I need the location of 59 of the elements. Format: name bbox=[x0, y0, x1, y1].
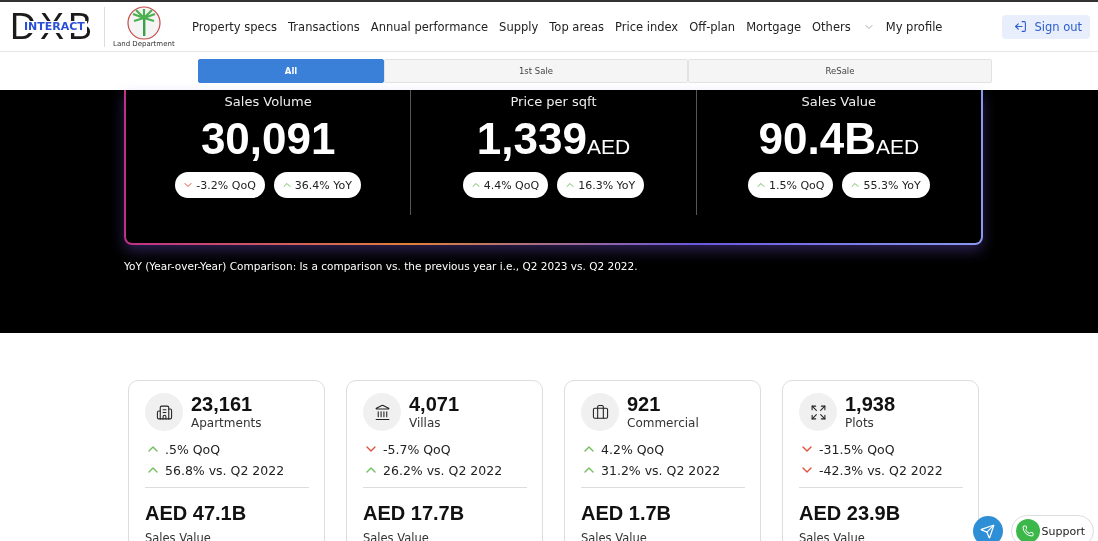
sign-out-button[interactable]: Sign out bbox=[1002, 14, 1090, 39]
sales-value: AED 1.7B bbox=[581, 502, 673, 525]
stat-label: Price per sqft bbox=[510, 94, 597, 109]
stat-unit: AED bbox=[586, 135, 631, 158]
expand-icon bbox=[809, 403, 827, 421]
change-pill: 4.4% QoQ bbox=[462, 172, 549, 199]
tab[interactable]: ReSale bbox=[688, 59, 992, 83]
category-label: Commercial bbox=[627, 416, 699, 430]
change-text: -42.3% vs. Q2 2022 bbox=[799, 462, 963, 478]
nav-link[interactable]: Price index bbox=[615, 19, 679, 34]
category-label: Plots bbox=[845, 416, 875, 430]
phone-icon bbox=[1015, 519, 1040, 541]
nav-link[interactable]: Property specs bbox=[192, 19, 277, 34]
nav-link[interactable]: Annual performance bbox=[370, 19, 489, 34]
change-pill: 16.3% YoY bbox=[557, 172, 645, 199]
category-count: 4,071 bbox=[409, 393, 460, 416]
nav-link[interactable]: Supply bbox=[499, 19, 539, 34]
stat-unit: AED bbox=[875, 135, 920, 159]
change-text: 4.2% QoQ bbox=[581, 441, 745, 457]
nav-link[interactable]: My profile bbox=[885, 19, 943, 34]
change-text: 56.8% vs. Q2 2022 bbox=[145, 462, 309, 478]
stat-value: 1,339 bbox=[476, 115, 587, 164]
telegram-button[interactable] bbox=[972, 516, 1003, 541]
stat-value: 30,091 bbox=[200, 115, 336, 164]
category-label: Apartments bbox=[191, 416, 262, 430]
category-count: 921 bbox=[627, 393, 662, 416]
change-text: -5.7% QoQ bbox=[363, 441, 527, 457]
nav-link[interactable]: Transactions bbox=[288, 19, 360, 34]
building-icon bbox=[155, 403, 173, 421]
support-button[interactable]: Support bbox=[1010, 515, 1094, 541]
tab[interactable]: 1st Sale bbox=[384, 59, 688, 83]
sales-value: AED 23.9B bbox=[799, 502, 902, 525]
change-pill: 55.3% YoY bbox=[842, 172, 930, 199]
nav-link[interactable]: Mortgage bbox=[746, 19, 802, 34]
nav-link[interactable]: Top areas bbox=[549, 19, 604, 34]
change-pill: 36.4% YoY bbox=[273, 172, 361, 199]
change-pill: 1.5% QoQ bbox=[748, 172, 834, 199]
change-text: .5% QoQ bbox=[145, 441, 309, 457]
change-text: 31.2% vs. Q2 2022 bbox=[581, 462, 745, 478]
stat-value: 90.4B bbox=[758, 115, 876, 164]
sales-value: AED 17.7B bbox=[363, 502, 466, 525]
columns-icon bbox=[373, 403, 391, 421]
briefcase-icon bbox=[591, 403, 609, 421]
sales-value: AED 47.1B bbox=[145, 502, 248, 525]
category-label: Villas bbox=[409, 416, 442, 430]
category-count: 1,938 bbox=[845, 393, 896, 416]
comparison-note: YoY (Year-over-Year) Comparison: Is a comparison vs. the previous year i.e., Q2 2023 vs. Q2 2022. bbox=[124, 260, 639, 272]
stat-label: Sales Volume bbox=[224, 94, 312, 109]
paper-plane-icon bbox=[980, 523, 995, 539]
change-text: -31.5% QoQ bbox=[799, 441, 963, 457]
category-count: 23,161 bbox=[191, 393, 254, 416]
change-text: 26.2% vs. Q2 2022 bbox=[363, 462, 527, 478]
nav-link[interactable]: Off-plan bbox=[689, 19, 736, 34]
tab[interactable]: All bbox=[198, 59, 384, 83]
sign-out-icon bbox=[1014, 20, 1028, 33]
change-pill: -3.2% QoQ bbox=[175, 172, 265, 199]
palm-emblem-icon bbox=[126, 5, 161, 40]
nav-link[interactable]: Others bbox=[812, 19, 875, 34]
stat-label: Sales Value bbox=[801, 94, 877, 109]
